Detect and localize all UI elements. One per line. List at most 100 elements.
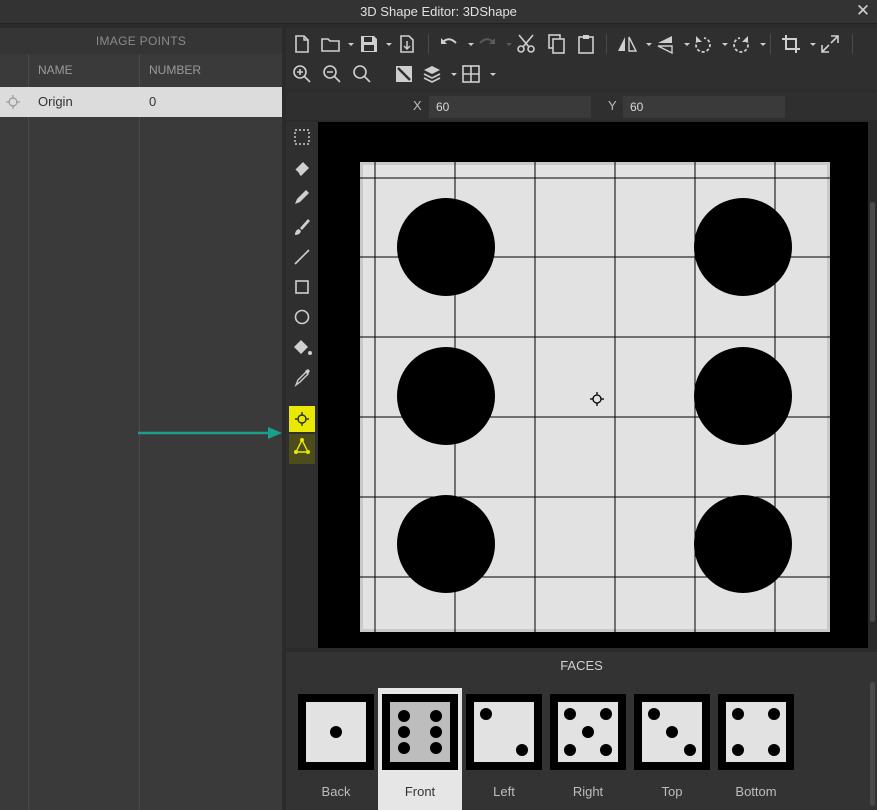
chevron-down-icon[interactable] bbox=[638, 33, 652, 55]
x-field[interactable]: 60 bbox=[429, 96, 591, 118]
face-thumbnail bbox=[550, 694, 626, 770]
face-name: Bottom bbox=[735, 784, 777, 799]
crosshair-icon bbox=[6, 87, 20, 117]
fill-bucket-icon[interactable] bbox=[289, 334, 315, 360]
face-thumbnail bbox=[718, 694, 794, 770]
pencil-icon[interactable] bbox=[289, 184, 315, 210]
table-row[interactable]: Origin 0 bbox=[0, 87, 282, 117]
triangle-tool-icon[interactable] bbox=[289, 434, 315, 464]
ellipse-tool-icon[interactable] bbox=[289, 304, 315, 330]
y-label: Y bbox=[608, 98, 617, 113]
face-name: Right bbox=[572, 784, 604, 799]
eraser-icon[interactable] bbox=[289, 154, 315, 180]
export-icon[interactable] bbox=[396, 33, 418, 55]
copy-icon[interactable] bbox=[545, 33, 567, 55]
faces-scrollbar[interactable] bbox=[870, 682, 875, 806]
rectangle-tool-icon[interactable] bbox=[289, 274, 315, 300]
column-name-header[interactable]: NAME bbox=[38, 55, 73, 86]
zoom-fit-icon[interactable] bbox=[351, 63, 373, 85]
chevron-down-icon[interactable] bbox=[752, 33, 766, 55]
crop-icon[interactable] bbox=[780, 33, 802, 55]
face-name: Back bbox=[321, 784, 351, 799]
close-icon[interactable]: ✕ bbox=[853, 1, 873, 21]
column-headers: NAME NUMBER bbox=[0, 55, 282, 86]
toolbar-divider bbox=[428, 34, 429, 54]
face-card-top[interactable]: Top bbox=[630, 688, 714, 810]
rotate-left-icon[interactable] bbox=[692, 33, 714, 55]
pip-dot bbox=[694, 347, 792, 445]
face-thumbnail bbox=[634, 694, 710, 770]
chevron-down-icon[interactable] bbox=[460, 33, 474, 55]
toolbar-divider bbox=[770, 34, 771, 54]
drawing-canvas[interactable] bbox=[318, 122, 868, 648]
column-number-header[interactable]: NUMBER bbox=[149, 55, 201, 86]
face-name: Left bbox=[493, 784, 515, 799]
tool-palette bbox=[286, 122, 318, 648]
toolbar bbox=[286, 28, 877, 90]
chevron-down-icon[interactable] bbox=[676, 33, 690, 55]
chevron-down-icon[interactable] bbox=[482, 63, 496, 85]
face-thumbnail bbox=[466, 694, 542, 770]
line-tool-icon[interactable] bbox=[289, 244, 315, 270]
grid-icon[interactable] bbox=[460, 63, 482, 85]
chevron-down-icon[interactable] bbox=[378, 33, 392, 55]
image-point-tool-icon[interactable] bbox=[289, 406, 315, 432]
face-card-back[interactable]: Back bbox=[294, 688, 378, 810]
column-divider bbox=[28, 55, 29, 810]
eyedropper-icon[interactable] bbox=[289, 364, 315, 390]
toolbar-divider bbox=[606, 34, 607, 54]
point-name: Origin bbox=[38, 94, 73, 109]
layers-icon[interactable] bbox=[421, 63, 443, 85]
face-thumbnail bbox=[382, 694, 458, 770]
pip-dot bbox=[694, 495, 792, 593]
x-label: X bbox=[413, 98, 422, 113]
coordinate-bar: X 60 Y 60 bbox=[286, 92, 877, 120]
pip-dot bbox=[397, 347, 495, 445]
window-title: 3D Shape Editor: 3DShape bbox=[360, 4, 517, 19]
fullscreen-icon[interactable] bbox=[819, 33, 841, 55]
chevron-down-icon[interactable] bbox=[443, 63, 457, 85]
rotate-right-icon[interactable] bbox=[730, 33, 752, 55]
select-tool-icon[interactable] bbox=[289, 124, 315, 150]
redo-icon[interactable] bbox=[476, 33, 498, 55]
y-field[interactable]: 60 bbox=[623, 96, 785, 118]
zoom-out-icon[interactable] bbox=[321, 63, 343, 85]
pip-dot bbox=[397, 198, 495, 296]
pip-dot bbox=[694, 198, 792, 296]
color-swap-icon[interactable] bbox=[393, 63, 415, 85]
faces-panel: FACES Back Front Left Right Top Bottom bbox=[286, 652, 877, 810]
chevron-down-icon[interactable] bbox=[714, 33, 728, 55]
toolbar-divider bbox=[852, 34, 853, 54]
open-folder-icon[interactable] bbox=[320, 33, 342, 55]
zoom-in-icon[interactable] bbox=[291, 63, 313, 85]
face-card-bottom[interactable]: Bottom bbox=[714, 688, 798, 810]
pixel-grid bbox=[360, 162, 830, 632]
point-number: 0 bbox=[149, 94, 157, 109]
face-thumbnail bbox=[298, 694, 374, 770]
chevron-down-icon[interactable] bbox=[340, 33, 354, 55]
origin-marker-icon bbox=[590, 392, 604, 406]
face-card-left[interactable]: Left bbox=[462, 688, 546, 810]
face-card-front[interactable]: Front bbox=[378, 688, 462, 810]
brush-icon[interactable] bbox=[289, 214, 315, 240]
flip-vertical-icon[interactable] bbox=[654, 33, 676, 55]
title-bar: 3D Shape Editor: 3DShape ✕ bbox=[0, 0, 877, 24]
image-points-header: IMAGE POINTS bbox=[0, 28, 282, 54]
chevron-down-icon[interactable] bbox=[802, 33, 816, 55]
cut-icon[interactable] bbox=[515, 33, 537, 55]
chevron-down-icon[interactable] bbox=[498, 33, 512, 55]
paste-icon[interactable] bbox=[575, 33, 597, 55]
pip-dot bbox=[397, 495, 495, 593]
scrollbar-thumb[interactable] bbox=[870, 202, 875, 622]
face-name: Top bbox=[661, 784, 683, 799]
image-points-panel: IMAGE POINTS NAME NUMBER Origin 0 bbox=[0, 28, 282, 810]
face-name: Front bbox=[404, 784, 436, 799]
canvas-scrollbar[interactable] bbox=[868, 122, 877, 648]
flip-horizontal-icon[interactable] bbox=[616, 33, 638, 55]
faces-header: FACES bbox=[560, 658, 603, 673]
save-icon[interactable] bbox=[358, 33, 380, 55]
new-file-icon[interactable] bbox=[291, 33, 313, 55]
arrow-annotation-icon bbox=[138, 427, 282, 439]
face-card-right[interactable]: Right bbox=[546, 688, 630, 810]
undo-icon[interactable] bbox=[438, 33, 460, 55]
